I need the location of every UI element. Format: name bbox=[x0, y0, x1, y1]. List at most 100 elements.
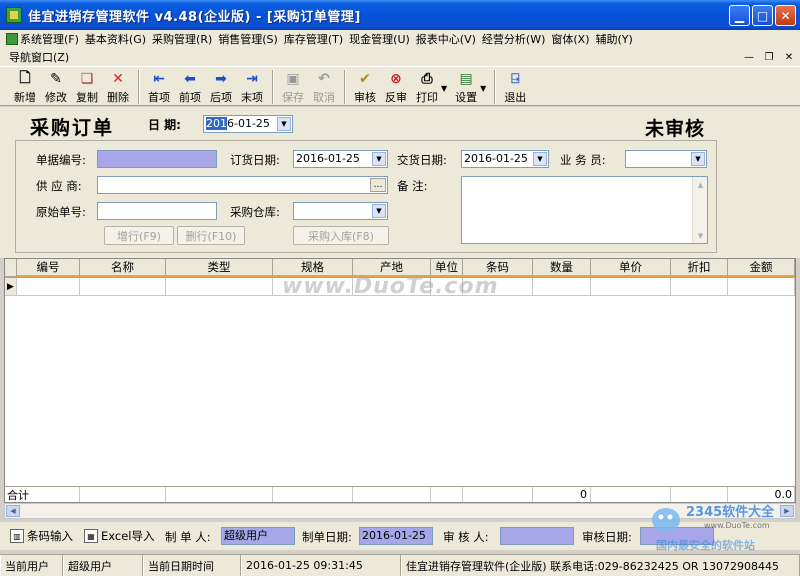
mdi-close-icon[interactable]: ✕ bbox=[782, 50, 796, 64]
arrow-first-icon: ⇤ bbox=[153, 71, 165, 87]
menu-cash[interactable]: 现金管理(U) bbox=[349, 31, 416, 47]
arrow-left-icon: ⬅ bbox=[184, 71, 196, 87]
chevron-down-icon[interactable]: ▼ bbox=[277, 117, 291, 131]
remark-textarea[interactable]: ▲ ▼ bbox=[461, 176, 708, 244]
grid-cell[interactable] bbox=[80, 278, 166, 295]
chevron-down-icon[interactable]: ▼ bbox=[691, 152, 705, 166]
remark-scrollbar[interactable]: ▲ ▼ bbox=[692, 177, 707, 243]
scroll-left-icon[interactable]: ◀ bbox=[6, 505, 20, 517]
orig-no-label: 原始单号: bbox=[36, 205, 86, 219]
add-row-button[interactable]: 增行(F9) bbox=[104, 226, 174, 245]
maximize-button[interactable]: □ bbox=[752, 5, 773, 26]
total-cell bbox=[591, 487, 671, 502]
delete-row-button[interactable]: 删行(F10) bbox=[177, 226, 245, 245]
settings-button[interactable]: ▤ 设置 bbox=[451, 70, 481, 105]
window-controls: ▁ □ ✕ bbox=[729, 5, 796, 26]
supplier-field[interactable]: … bbox=[97, 176, 388, 194]
grid-cell[interactable] bbox=[166, 278, 273, 295]
menu-nav-window[interactable]: 导航窗口(Z) bbox=[9, 49, 69, 65]
scroll-down-icon[interactable]: ▼ bbox=[694, 229, 707, 242]
menu-window[interactable]: 窗体(X) bbox=[551, 31, 595, 47]
barcode-input-button[interactable]: ▥ 条码输入 bbox=[10, 528, 73, 544]
undo-icon: ↶ bbox=[318, 71, 330, 87]
last-button[interactable]: ⇥ 末项 bbox=[237, 70, 267, 105]
edit-button[interactable]: ✎ 修改 bbox=[41, 70, 71, 105]
date-picker[interactable]: 2016-01-25 ▼ bbox=[203, 115, 293, 133]
menu-inventory[interactable]: 库存管理(T) bbox=[284, 31, 349, 47]
save-button[interactable]: ▣ 保存 bbox=[278, 70, 308, 105]
grid-cell[interactable] bbox=[17, 278, 80, 295]
mdi-restore-icon[interactable]: ❐ bbox=[762, 50, 776, 64]
warehouse-select[interactable]: ▼ bbox=[293, 202, 388, 220]
col-header[interactable]: 名称 bbox=[80, 259, 166, 277]
doc-no-field[interactable] bbox=[97, 150, 217, 168]
order-date-field[interactable]: 2016-01-25 ▼ bbox=[293, 150, 388, 168]
delete-button[interactable]: ✕ 删除 bbox=[103, 70, 133, 105]
col-header[interactable]: 金额 bbox=[728, 259, 795, 277]
minimize-button[interactable]: ▁ bbox=[729, 5, 750, 26]
barcode-icon: ▥ bbox=[10, 529, 24, 543]
next-button[interactable]: ➡ 后项 bbox=[206, 70, 236, 105]
grid-cell[interactable] bbox=[533, 278, 591, 295]
menu-sales[interactable]: 销售管理(S) bbox=[218, 31, 284, 47]
menu-help[interactable]: 辅助(Y) bbox=[596, 31, 639, 47]
auditor-label: 审 核 人: bbox=[443, 530, 489, 544]
toolbar: 🗋 新增 ✎ 修改 ❏ 复制 ✕ 删除 ⇤ 首项 ⬅ 前项 ➡ 后项 ⇥ 末项 ▣ 保存 ↶ 取消 … bbox=[0, 66, 800, 106]
chevron-down-icon[interactable]: ▼ bbox=[372, 152, 386, 166]
menu-analysis[interactable]: 经营分析(W) bbox=[482, 31, 551, 47]
delivery-date-field[interactable]: 2016-01-25 ▼ bbox=[461, 150, 549, 168]
settings-icon: ▤ bbox=[459, 71, 473, 87]
grid-hscrollbar[interactable]: ◀ ▶ bbox=[4, 503, 796, 519]
chevron-down-icon[interactable]: ▼ bbox=[372, 204, 386, 218]
orig-no-field[interactable] bbox=[97, 202, 217, 220]
mdi-minimize-icon[interactable]: — bbox=[742, 50, 756, 64]
order-header-group: 单据编号: 订货日期: 2016-01-25 ▼ 交货日期: 2016-01-25… bbox=[15, 140, 717, 253]
toolbar-separator bbox=[494, 70, 497, 104]
col-header[interactable]: 编号 bbox=[17, 259, 80, 277]
prev-button[interactable]: ⬅ 前项 bbox=[175, 70, 205, 105]
watermark-text: www.DuoTe.com bbox=[282, 274, 499, 299]
grid-cell[interactable] bbox=[728, 278, 795, 295]
printer-icon: ⎙ bbox=[421, 71, 433, 87]
grid-cell[interactable] bbox=[591, 278, 671, 295]
grid-cell[interactable] bbox=[671, 278, 728, 295]
col-header[interactable]: 单价 bbox=[591, 259, 671, 277]
toolbar-separator bbox=[272, 70, 274, 104]
scroll-right-icon[interactable]: ▶ bbox=[780, 505, 794, 517]
menu-system[interactable]: 系统管理(F) bbox=[6, 31, 85, 47]
total-label: 合计 bbox=[5, 487, 80, 502]
print-dropdown-icon[interactable]: ▼ bbox=[441, 84, 447, 93]
new-button[interactable]: 🗋 新增 bbox=[10, 70, 40, 105]
ellipsis-icon[interactable]: … bbox=[370, 178, 386, 192]
make-date-field: 2016-01-25 bbox=[359, 527, 433, 545]
row-indicator-header bbox=[5, 259, 17, 277]
chevron-down-icon[interactable]: ▼ bbox=[533, 152, 547, 166]
col-header[interactable]: 类型 bbox=[166, 259, 273, 277]
audit-date-label: 审核日期: bbox=[582, 530, 632, 544]
menu-reports[interactable]: 报表中心(V) bbox=[416, 31, 482, 47]
excel-import-button[interactable]: ▦ Excel导入 bbox=[84, 528, 154, 544]
salesman-select[interactable]: ▼ bbox=[625, 150, 707, 168]
menu-basic-data[interactable]: 基本资料(G) bbox=[85, 31, 152, 47]
audit-button[interactable]: ✔ 审核 bbox=[350, 70, 380, 105]
settings-dropdown-icon[interactable]: ▼ bbox=[480, 84, 486, 93]
date-selected-part: 201 bbox=[206, 117, 227, 130]
unaudit-button[interactable]: ⊗ 反审 bbox=[381, 70, 411, 105]
exit-button[interactable]: ⍈ 退出 bbox=[500, 70, 530, 105]
edit-icon: ✎ bbox=[50, 71, 62, 87]
save-icon: ▣ bbox=[286, 71, 300, 87]
stock-in-button[interactable]: 采购入库(F8) bbox=[293, 226, 389, 245]
first-button[interactable]: ⇤ 首项 bbox=[144, 70, 174, 105]
unaudit-icon: ⊗ bbox=[390, 71, 402, 87]
cancel-button[interactable]: ↶ 取消 bbox=[309, 70, 339, 105]
col-header[interactable]: 折扣 bbox=[671, 259, 728, 277]
col-header[interactable]: 数量 bbox=[533, 259, 591, 277]
menu-purchase[interactable]: 采购管理(R) bbox=[152, 31, 218, 47]
toolbar-separator bbox=[344, 70, 346, 104]
make-date-label: 制单日期: bbox=[302, 530, 352, 544]
scroll-up-icon[interactable]: ▲ bbox=[694, 178, 707, 191]
print-button[interactable]: ⎙ 打印 bbox=[412, 70, 442, 105]
delivery-date-label: 交货日期: bbox=[397, 153, 447, 167]
copy-button[interactable]: ❏ 复制 bbox=[72, 70, 102, 105]
close-button[interactable]: ✕ bbox=[775, 5, 796, 26]
